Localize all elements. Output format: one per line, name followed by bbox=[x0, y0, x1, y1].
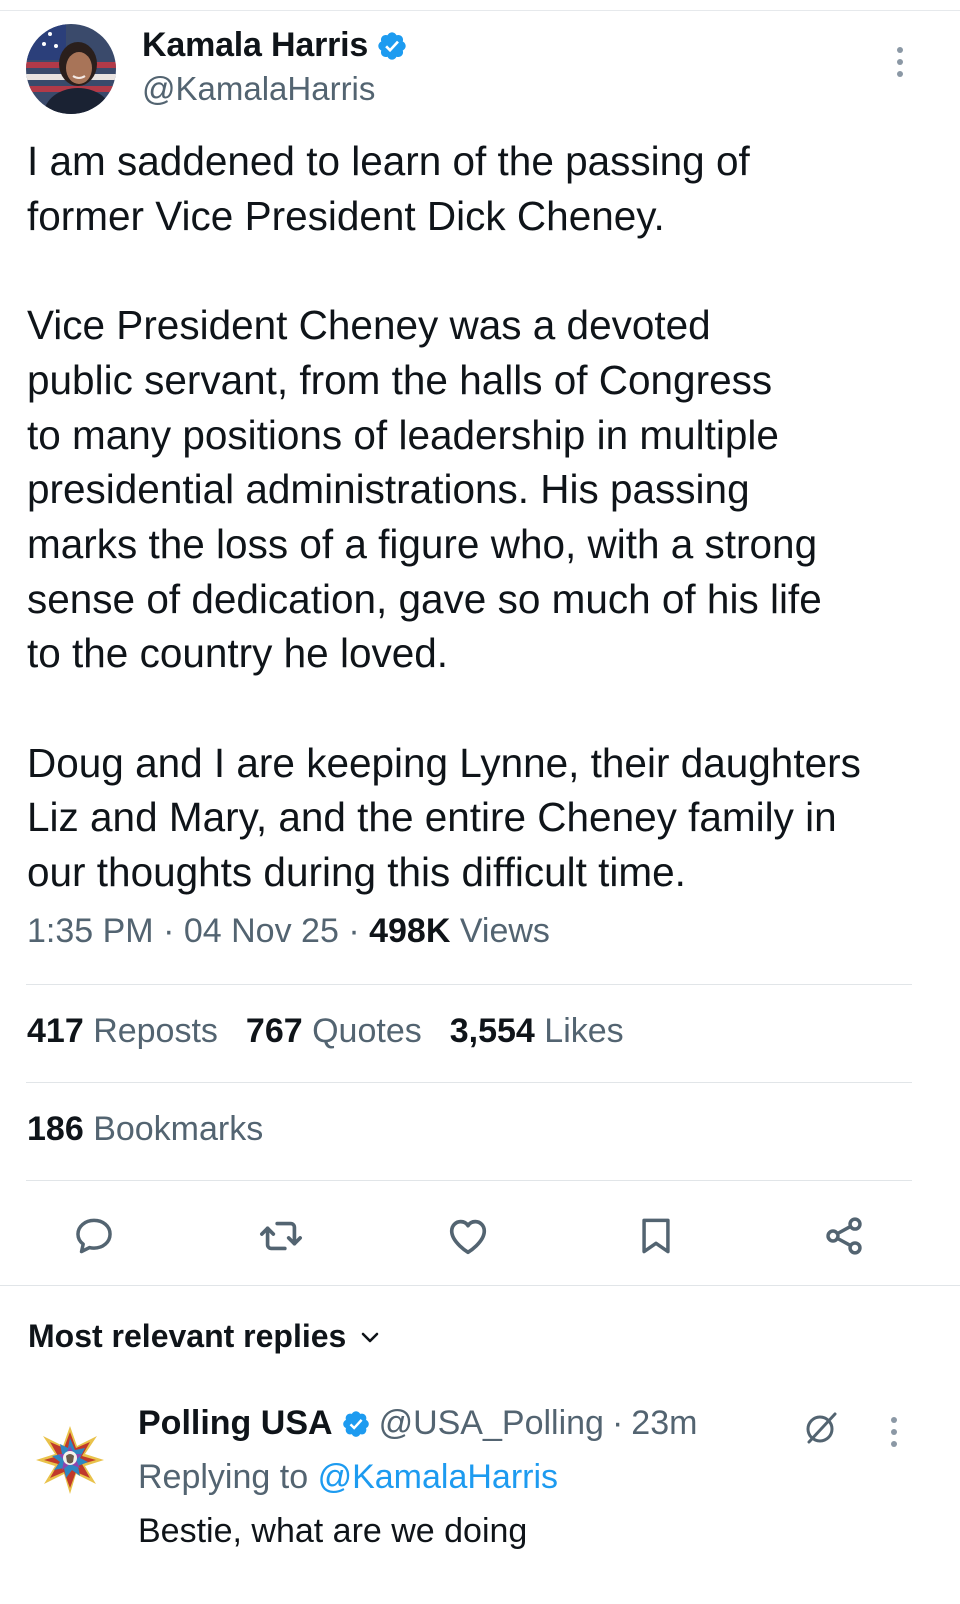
verified-badge-icon bbox=[378, 31, 406, 60]
share-icon bbox=[826, 1217, 862, 1255]
replies-sort-label: Most relevant replies bbox=[28, 1318, 347, 1354]
replying-to: Replying to @KamalaHarris bbox=[138, 1458, 558, 1497]
reply-text: Bestie, what are we doing bbox=[138, 1512, 528, 1550]
replying-prefix: Replying to bbox=[138, 1458, 309, 1496]
quotes-stat[interactable]: 767 Quotes bbox=[246, 1012, 422, 1051]
likes-label: Likes bbox=[544, 1012, 624, 1050]
reply-button[interactable] bbox=[70, 1212, 118, 1260]
replies-sort-dropdown[interactable]: Most relevant replies bbox=[28, 1318, 382, 1355]
views-count: 498K bbox=[369, 912, 451, 950]
likes-count: 3,554 bbox=[449, 1012, 535, 1050]
divider bbox=[0, 1285, 960, 1286]
author-name-row: Kamala Harris bbox=[142, 26, 408, 65]
reposts-stat[interactable]: 417 Reposts bbox=[27, 1012, 218, 1051]
views-label: Views bbox=[459, 912, 550, 950]
bookmarks-label: Bookmarks bbox=[93, 1110, 264, 1148]
author-name[interactable]: Kamala Harris bbox=[142, 26, 368, 65]
chevron-down-icon bbox=[362, 1332, 379, 1342]
action-bar bbox=[0, 1200, 960, 1270]
author-handle[interactable]: @KamalaHarris bbox=[142, 70, 375, 108]
quotes-count: 767 bbox=[245, 1012, 303, 1050]
like-icon bbox=[449, 1219, 487, 1255]
reply-author-handle[interactable]: @USA_Polling bbox=[379, 1404, 604, 1443]
bookmark-icon bbox=[642, 1218, 670, 1254]
tweet-date[interactable]: 04 Nov 25 bbox=[184, 912, 339, 950]
replying-to-link[interactable]: @KamalaHarris bbox=[318, 1458, 558, 1496]
bookmark-button[interactable] bbox=[632, 1212, 680, 1260]
reply-item[interactable]: Polling USA @USA_Polling · 23m Replying … bbox=[0, 1390, 960, 1604]
bookmarks-count: 186 bbox=[27, 1110, 84, 1148]
grok-icon[interactable] bbox=[800, 1408, 840, 1448]
meta-separator: · bbox=[163, 912, 175, 950]
verified-badge-icon bbox=[342, 1410, 369, 1437]
share-button[interactable] bbox=[820, 1212, 868, 1260]
tweet-text: I am saddened to learn of the passing of… bbox=[27, 138, 861, 896]
tweet-meta: 1:35 PM · 04 Nov 25 · 498K Views bbox=[27, 912, 550, 951]
meta-separator: · bbox=[348, 912, 360, 950]
bookmarks-stat[interactable]: 186 Bookmarks bbox=[27, 1110, 263, 1149]
reply-icon bbox=[76, 1218, 112, 1254]
reposts-count: 417 bbox=[27, 1012, 84, 1050]
reply-author-name[interactable]: Polling USA bbox=[138, 1404, 333, 1443]
divider bbox=[26, 1180, 912, 1181]
reply-header: Polling USA @USA_Polling · 23m bbox=[138, 1404, 697, 1443]
top-divider bbox=[0, 10, 960, 11]
quotes-label: Quotes bbox=[312, 1012, 422, 1050]
repost-icon bbox=[260, 1221, 302, 1251]
reply-avatar[interactable] bbox=[30, 1418, 110, 1498]
reply-separator: · bbox=[611, 1404, 624, 1442]
author-avatar[interactable] bbox=[26, 24, 116, 114]
divider bbox=[26, 984, 912, 985]
reply-time[interactable]: 23m bbox=[631, 1404, 697, 1443]
repost-button[interactable] bbox=[257, 1212, 305, 1260]
more-options-icon[interactable] bbox=[888, 1416, 900, 1448]
more-options-icon[interactable] bbox=[894, 46, 906, 78]
reposts-label: Reposts bbox=[93, 1012, 218, 1050]
tweet-author: Kamala Harris @KamalaHarris bbox=[26, 24, 934, 120]
likes-stat[interactable]: 3,554 Likes bbox=[450, 1012, 624, 1051]
divider bbox=[26, 1082, 912, 1083]
engagement-stats: 417 Reposts 767 Quotes 3,554 Likes bbox=[27, 1012, 652, 1051]
like-button[interactable] bbox=[444, 1212, 492, 1260]
tweet-time[interactable]: 1:35 PM bbox=[27, 912, 154, 950]
